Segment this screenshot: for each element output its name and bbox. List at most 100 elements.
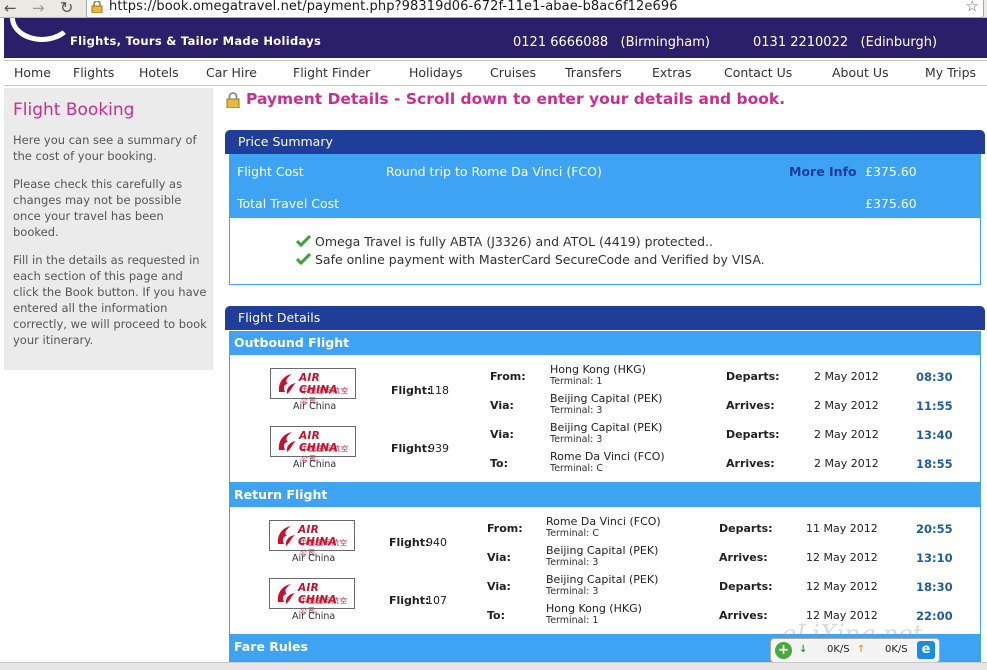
terminal: Terminal: 3 — [550, 405, 603, 416]
flight-time: 13:10 — [916, 551, 953, 565]
nav-holidays[interactable]: Holidays — [409, 65, 463, 80]
phoenix-icon — [278, 374, 296, 394]
airport-name: Beijing Capital (PEK) — [550, 392, 663, 405]
flight-details-header: Flight Details — [225, 306, 985, 330]
note-text: Omega Travel is fully ABTA (J3326) and A… — [315, 234, 713, 249]
flight-cost-label: Flight Cost — [237, 164, 304, 179]
forward-arrow-icon[interactable]: → — [32, 0, 45, 16]
total-cost-value: £375.60 — [865, 196, 917, 211]
nav-flight-finder[interactable]: Flight Finder — [293, 65, 370, 80]
terminal: Terminal: 1 — [550, 376, 603, 387]
airport-name: Hong Kong (HKG) — [550, 363, 646, 376]
flight-number: 118 — [428, 384, 449, 397]
reload-icon[interactable]: ↻ — [60, 0, 73, 16]
flight-label: Flight: — [391, 384, 432, 397]
padlock-icon — [226, 92, 240, 108]
flight-number: 939 — [428, 442, 449, 455]
flight-date: 12 May 2012 — [806, 551, 878, 564]
nav-cruises[interactable]: Cruises — [490, 65, 536, 80]
terminal: Terminal: C — [546, 528, 600, 539]
price-summary-header: Price Summary — [225, 130, 985, 154]
terminal: Terminal: 3 — [550, 434, 603, 445]
protection-notes: Omega Travel is fully ABTA (J3326) and A… — [229, 218, 981, 285]
nav-extras[interactable]: Extras — [652, 65, 692, 80]
sidebar: Flight Booking Here you can see a summar… — [4, 88, 213, 370]
flight-date: 2 May 2012 — [814, 457, 879, 470]
flight-label: Flight: — [389, 536, 430, 549]
note-abta: Omega Travel is fully ABTA (J3326) and A… — [296, 234, 713, 249]
air-china-logo: AIR CHINA 中国国际航空公司 — [270, 368, 356, 405]
airport-name: Beijing Capital (PEK) — [546, 573, 659, 586]
phoenix-icon — [278, 432, 296, 452]
time-label: Arrives: — [726, 399, 775, 412]
plus-icon[interactable]: + — [775, 642, 792, 659]
airport-name: Hong Kong (HKG) — [546, 602, 642, 615]
phone-birmingham: 0121 6666088 (Birmingham) — [513, 35, 710, 50]
upload-speed: 0K/S — [885, 644, 908, 655]
phoenix-icon — [277, 526, 295, 546]
time-label: Arrives: — [719, 609, 768, 622]
nav-about-us[interactable]: About Us — [832, 65, 889, 80]
flight-number: 107 — [426, 594, 447, 607]
more-info-link[interactable]: More Info — [789, 164, 857, 179]
phone-number: 0121 6666088 — [513, 35, 609, 50]
browser-toolbar: ← → ↻ https://book.omegatravel.net/payme… — [0, 0, 987, 18]
air-china-logo: AIR CHINA 中国国际航空公司 — [270, 426, 356, 463]
lock-icon — [91, 1, 103, 13]
page-title: Payment Details - Scroll down to enter y… — [246, 90, 786, 108]
airline-name: Air China — [293, 401, 337, 412]
leg-label: From: — [490, 370, 526, 383]
bookmark-star-icon[interactable]: ☆ — [966, 0, 979, 15]
phone-edinburgh: 0131 2210022 (Edinburgh) — [753, 35, 937, 50]
horizontal-scrollbar[interactable] — [0, 662, 987, 670]
flight-label: Flight: — [391, 442, 432, 455]
phone-city: (Edinburgh) — [860, 35, 938, 50]
nav-transfers[interactable]: Transfers — [565, 65, 622, 80]
airline-name: Air China — [292, 553, 336, 564]
air-china-logo: AIR CHINA 中国国际航空公司 — [269, 520, 355, 557]
address-bar[interactable]: https://book.omegatravel.net/payment.php… — [86, 0, 984, 18]
down-arrow-icon: ↓ — [799, 644, 808, 655]
download-widget[interactable]: + ↓ 0K/S ↑ 0K/S e — [770, 638, 940, 663]
leg-label: From: — [487, 522, 523, 535]
price-summary-rows: Flight Cost Round trip to Rome Da Vinci … — [229, 154, 981, 218]
time-label: Departs: — [726, 428, 780, 441]
flight-description: Round trip to Rome Da Vinci (FCO) — [386, 164, 602, 179]
ie-icon[interactable]: e — [917, 641, 935, 659]
leg-label: Via: — [490, 428, 514, 441]
phone-number: 0131 2210022 — [753, 35, 849, 50]
omega-logo-icon[interactable] — [10, 18, 74, 42]
flight-date: 2 May 2012 — [814, 428, 879, 441]
site-tagline: Flights, Tours & Tailor Made Holidays — [70, 34, 322, 48]
green-check-icon — [296, 235, 311, 247]
total-cost-label: Total Travel Cost — [237, 196, 340, 211]
time-label: Arrives: — [726, 457, 775, 470]
phone-city: (Birmingham) — [620, 35, 710, 50]
sidebar-title: Flight Booking — [13, 100, 135, 120]
green-check-icon — [296, 253, 311, 265]
airline-name: Air China — [293, 459, 337, 470]
back-arrow-icon[interactable]: ← — [4, 0, 17, 16]
time-label: Departs: — [726, 370, 780, 383]
nav-car-hire[interactable]: Car Hire — [206, 65, 257, 80]
return-flight-header: Return Flight — [229, 483, 981, 507]
up-arrow-icon: ↑ — [857, 644, 866, 655]
nav-my-trips[interactable]: My Trips — [925, 65, 976, 80]
airport-name: Beijing Capital (PEK) — [550, 421, 663, 434]
phoenix-icon — [277, 584, 295, 604]
terminal: Terminal: 1 — [546, 615, 599, 626]
nav-flights[interactable]: Flights — [73, 65, 114, 80]
leg-label: To: — [490, 457, 508, 470]
nav-home[interactable]: Home — [14, 65, 51, 80]
flight-time: 08:30 — [916, 370, 953, 384]
main-nav: Home Flights Hotels Car Hire Flight Find… — [4, 60, 987, 86]
airport-name: Rome Da Vinci (FCO) — [546, 515, 661, 528]
sidebar-text: Please check this carefully as changes m… — [13, 177, 183, 239]
flight-time: 18:55 — [916, 457, 953, 471]
site-header: Flights, Tours & Tailor Made Holidays ​ … — [4, 18, 987, 58]
flight-time: 20:55 — [916, 522, 953, 536]
time-label: Arrives: — [719, 551, 768, 564]
note-secure: Safe online payment with MasterCard Secu… — [296, 252, 765, 267]
nav-hotels[interactable]: Hotels — [139, 65, 179, 80]
nav-contact-us[interactable]: Contact Us — [724, 65, 792, 80]
